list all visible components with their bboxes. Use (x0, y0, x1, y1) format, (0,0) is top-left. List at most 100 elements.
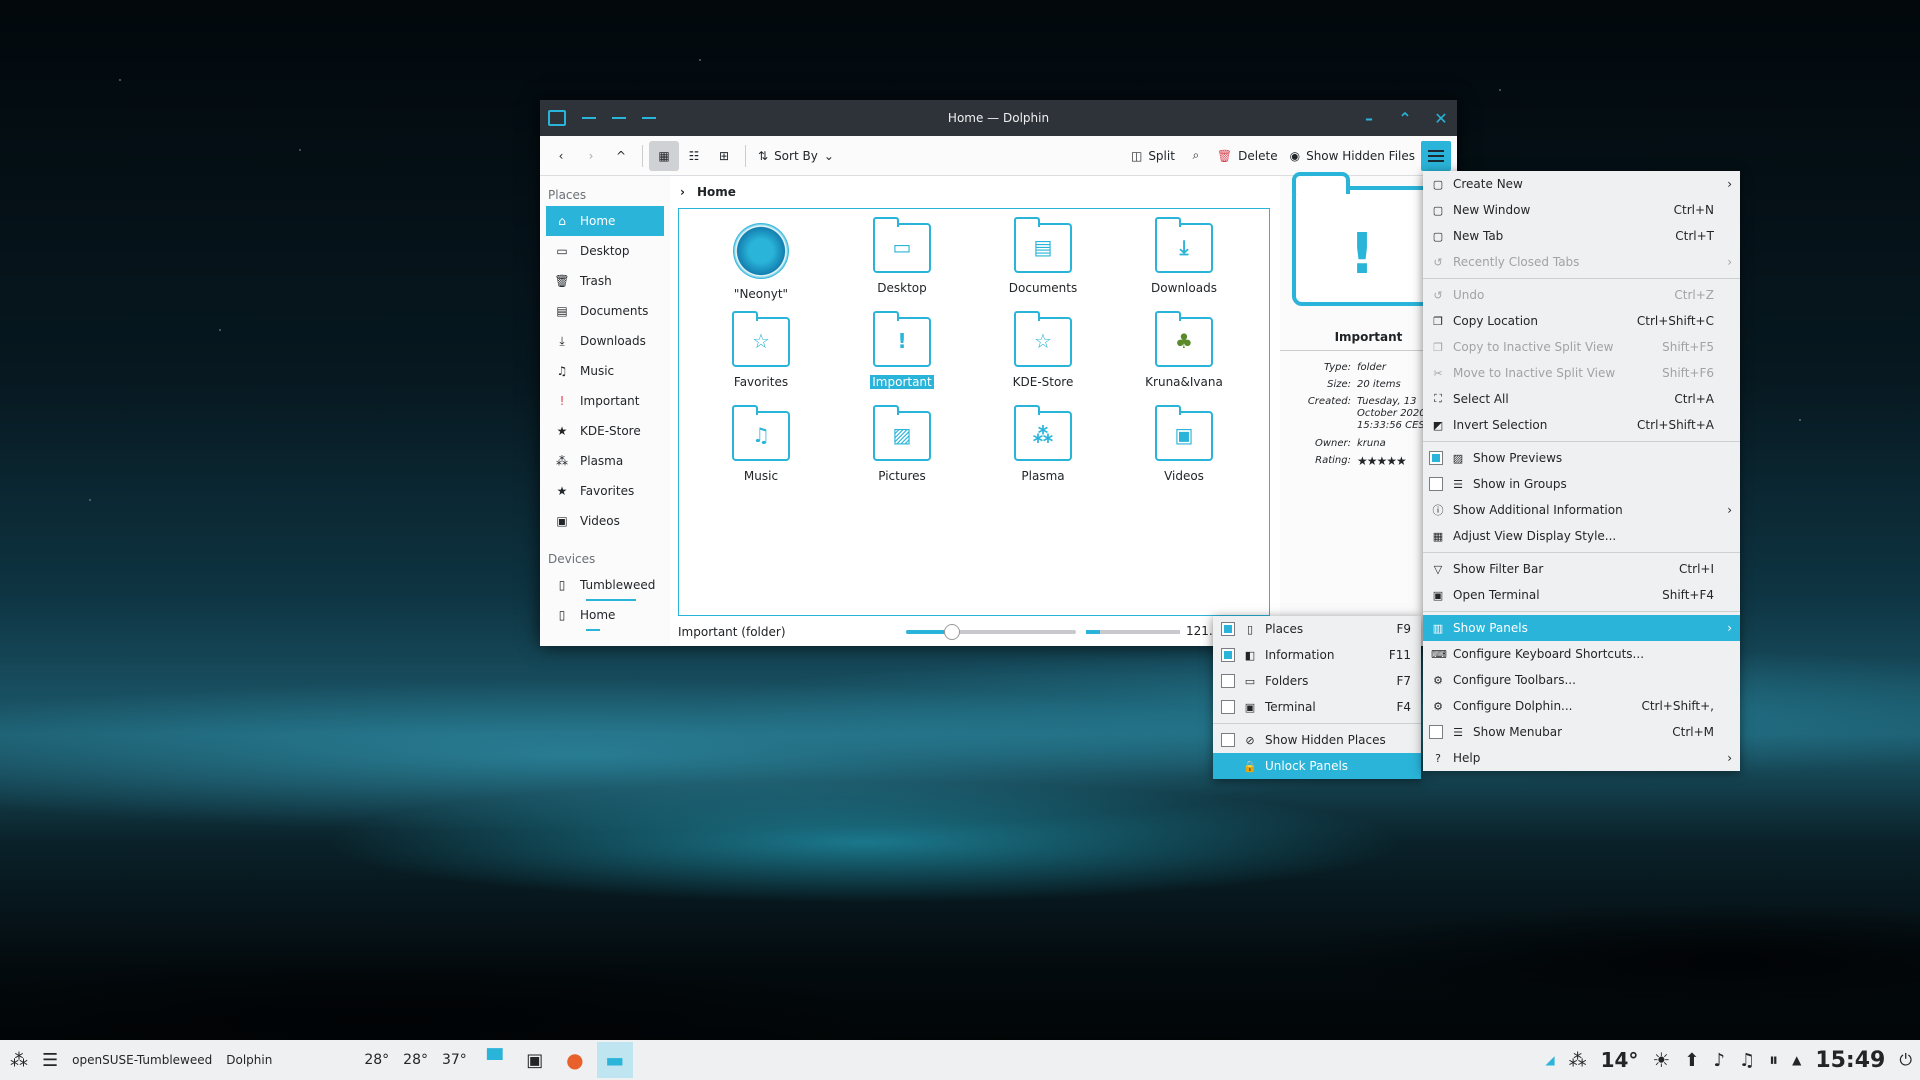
search-button[interactable]: ⌕ (1181, 141, 1211, 171)
file-item[interactable]: ♣ Kruna&Ivana (1124, 311, 1244, 389)
sort-by-button[interactable]: ⇅ Sort By ⌄ (752, 141, 840, 171)
menu-item-copy-location[interactable]: ❐ Copy Location Ctrl+Shift+C (1423, 308, 1740, 334)
checkbox[interactable] (1429, 477, 1443, 491)
minimize-button[interactable]: – (1361, 109, 1377, 128)
file-item[interactable]: ▭ Desktop (842, 217, 962, 295)
pager-icon[interactable]: ☰ (42, 1050, 58, 1071)
file-item[interactable]: ♫ Music (701, 405, 821, 483)
place-home[interactable]: ⌂ Home (546, 206, 664, 236)
checkbox[interactable] (1221, 648, 1235, 662)
menu-item-show-in-groups[interactable]: ☰ Show in Groups (1423, 471, 1740, 497)
file-item[interactable]: ☆ KDE-Store (983, 311, 1103, 389)
menu-item-help[interactable]: ? Help › (1423, 745, 1740, 771)
temperature-sensor[interactable]: 28° (364, 1052, 389, 1068)
up-button[interactable]: ^ (606, 141, 636, 171)
compact-view-button[interactable]: ☷ (679, 141, 709, 171)
file-item[interactable]: "Neonyt" (701, 223, 821, 301)
checkbox[interactable] (1429, 725, 1443, 739)
app-launcher-icon[interactable]: ⁂ (10, 1050, 28, 1071)
zoom-slider-handle[interactable] (944, 624, 960, 640)
menu-item-recently-closed-tabs[interactable]: ↺ Recently Closed Tabs › (1423, 249, 1740, 275)
temperature-sensor[interactable]: 28° (403, 1052, 428, 1068)
menu-item-configure-shortcuts[interactable]: ⌨ Configure Keyboard Shortcuts... (1423, 641, 1740, 667)
maximize-button[interactable]: ⌃ (1397, 109, 1413, 128)
menu-item-show-additional-info[interactable]: ⓘ Show Additional Information › (1423, 497, 1740, 523)
place-favorites[interactable]: ★ Favorites (546, 476, 664, 506)
place-desktop[interactable]: ▭ Desktop (546, 236, 664, 266)
menu-item-places-panel[interactable]: ▯ Places F9 (1213, 616, 1421, 642)
checkbox[interactable] (1221, 622, 1235, 636)
menu-item-show-hidden-places[interactable]: ⊘ Show Hidden Places (1213, 727, 1421, 753)
plasma-icon[interactable]: ⁂ (1569, 1050, 1587, 1071)
clock[interactable]: 15:49 (1815, 1048, 1885, 1073)
menu-item-copy-inactive-split[interactable]: ❐ Copy to Inactive Split View Shift+F5 (1423, 334, 1740, 360)
back-button[interactable]: ‹ (546, 141, 576, 171)
checkbox[interactable] (1221, 733, 1235, 747)
updates-icon[interactable]: ⬆ (1684, 1050, 1699, 1071)
menu-item-information-panel[interactable]: ◧ Information F11 (1213, 642, 1421, 668)
menu-item-adjust-view-display-style[interactable]: ▦ Adjust View Display Style... (1423, 523, 1740, 549)
chevron-right-icon[interactable]: › (680, 185, 685, 199)
weather-temp[interactable]: 14° (1601, 1048, 1639, 1072)
task-desktop[interactable]: ▀ (477, 1042, 513, 1078)
menu-item-folders-panel[interactable]: ▭ Folders F7 (1213, 668, 1421, 694)
place-plasma[interactable]: ⁂ Plasma (546, 446, 664, 476)
task-terminal[interactable]: ▣ (517, 1042, 553, 1078)
close-button[interactable]: ✕ (1433, 109, 1449, 128)
menu-item-show-panels[interactable]: ▥ Show Panels › (1423, 615, 1740, 641)
file-item[interactable]: ▣ Videos (1124, 405, 1244, 483)
menu-item-move-inactive-split[interactable]: ✂ Move to Inactive Split View Shift+F6 (1423, 360, 1740, 386)
place-downloads[interactable]: ⤓ Downloads (546, 326, 664, 356)
menu-item-terminal-panel[interactable]: ▣ Terminal F4 (1213, 694, 1421, 720)
file-item[interactable]: ▨ Pictures (842, 405, 962, 483)
media-pause-icon[interactable]: ⏸ (1769, 1050, 1778, 1071)
titlebar[interactable]: Home — Dolphin – ⌃ ✕ (540, 100, 1457, 136)
menu-item-invert-selection[interactable]: ◩ Invert Selection Ctrl+Shift+A (1423, 412, 1740, 438)
split-button[interactable]: ◫ Split (1125, 141, 1181, 171)
place-trash[interactable]: 🗑 Trash (546, 266, 664, 296)
menu-item-show-filter-bar[interactable]: ▽ Show Filter Bar Ctrl+I (1423, 556, 1740, 582)
place-videos[interactable]: ▣ Videos (546, 506, 664, 536)
sun-icon[interactable]: ☀ (1652, 1048, 1670, 1072)
menu-item-new-tab[interactable]: ▢ New Tab Ctrl+T (1423, 223, 1740, 249)
menu-item-show-previews[interactable]: ▨ Show Previews (1423, 445, 1740, 471)
place-documents[interactable]: ▤ Documents (546, 296, 664, 326)
menu-item-create-new[interactable]: ▢ Create New › (1423, 171, 1740, 197)
icons-view-button[interactable]: ▦ (649, 140, 679, 171)
zoom-slider[interactable] (906, 624, 1076, 640)
tray-expand-icon[interactable]: ▲ (1792, 1053, 1801, 1067)
device-tumbleweed[interactable]: ▯ Tumbleweed (546, 570, 664, 601)
breadcrumb-home[interactable]: Home (697, 185, 736, 199)
network-signal-icon[interactable]: ◢ (1545, 1053, 1554, 1067)
audio-icon[interactable]: ♪ (1713, 1050, 1725, 1071)
menu-item-show-menubar[interactable]: ☰ Show Menubar Ctrl+M (1423, 719, 1740, 745)
place-important[interactable]: ! Important (546, 386, 664, 416)
menu-item-unlock-panels[interactable]: 🔒 Unlock Panels (1213, 753, 1421, 779)
checkbox[interactable] (1221, 674, 1235, 688)
notifications-bell-icon[interactable]: ♫ (1739, 1050, 1755, 1071)
place-music[interactable]: ♫ Music (546, 356, 664, 386)
menu-item-open-terminal[interactable]: ▣ Open Terminal Shift+F4 (1423, 582, 1740, 608)
file-item[interactable]: ! Important (842, 311, 962, 389)
checkbox[interactable] (1221, 700, 1235, 714)
forward-button[interactable]: › (576, 141, 606, 171)
task-dolphin[interactable]: ▬ (596, 1042, 633, 1078)
file-item[interactable]: ☆ Favorites (701, 311, 821, 389)
file-item[interactable]: ⤓ Downloads (1124, 217, 1244, 295)
menu-item-select-all[interactable]: ⛶ Select All Ctrl+A (1423, 386, 1740, 412)
menu-item-configure-dolphin[interactable]: ⚙ Configure Dolphin... Ctrl+Shift+, (1423, 693, 1740, 719)
menu-item-configure-toolbars[interactable]: ⚙ Configure Toolbars... (1423, 667, 1740, 693)
temperature-sensor[interactable]: 37° (442, 1052, 467, 1068)
file-view[interactable]: "Neonyt" ▭ Desktop ▤ Documents ⤓ Downloads … (678, 208, 1270, 616)
file-item[interactable]: ⁂ Plasma (983, 405, 1103, 483)
hamburger-menu-button[interactable] (1421, 140, 1451, 171)
task-firefox[interactable]: ● (557, 1042, 593, 1078)
delete-button[interactable]: 🗑 Delete (1211, 141, 1284, 171)
device-home[interactable]: ▯ Home (546, 600, 664, 631)
place-kde-store[interactable]: ★ KDE-Store (546, 416, 664, 446)
menu-item-new-window[interactable]: ▢ New Window Ctrl+N (1423, 197, 1740, 223)
file-item[interactable]: ▤ Documents (983, 217, 1103, 295)
checkbox[interactable] (1429, 451, 1443, 465)
show-hidden-files-button[interactable]: ◉ Show Hidden Files (1284, 141, 1421, 171)
details-view-button[interactable]: ⊞ (709, 141, 739, 171)
